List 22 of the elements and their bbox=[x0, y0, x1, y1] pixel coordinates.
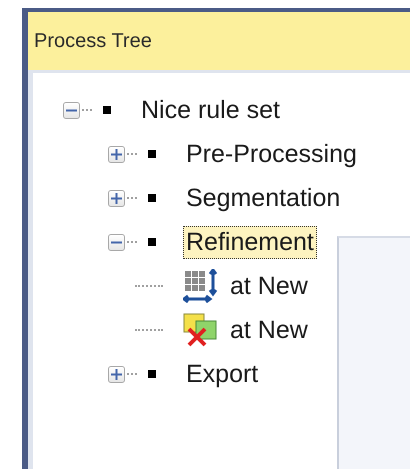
bullet-icon bbox=[103, 106, 111, 114]
expand-button[interactable] bbox=[108, 366, 125, 382]
tree-item[interactable]: Nice rule set bbox=[138, 94, 283, 126]
grid-arrows-icon bbox=[183, 269, 220, 303]
bullet-icon bbox=[148, 150, 156, 158]
tree-item[interactable]: at New bbox=[227, 270, 311, 302]
expand-button[interactable] bbox=[108, 146, 125, 162]
tree-item[interactable]: at New bbox=[227, 314, 311, 346]
tree-item[interactable]: Pre-Processing bbox=[183, 138, 360, 170]
plus-icon bbox=[111, 148, 122, 160]
expand-button[interactable] bbox=[108, 190, 125, 206]
bullet-icon bbox=[148, 194, 156, 202]
collapse-button[interactable] bbox=[63, 102, 80, 118]
bullet-icon bbox=[148, 370, 156, 378]
bullet-icon bbox=[148, 238, 156, 246]
plus-icon bbox=[111, 368, 122, 380]
collapse-button[interactable] bbox=[108, 234, 125, 250]
tree-item[interactable]: Export bbox=[183, 358, 262, 390]
tree-item[interactable]: Segmentation bbox=[183, 182, 344, 214]
tree-item[interactable]: Refinement bbox=[183, 226, 317, 258]
plus-icon bbox=[111, 192, 122, 204]
panel-title: Process Tree bbox=[34, 30, 152, 52]
